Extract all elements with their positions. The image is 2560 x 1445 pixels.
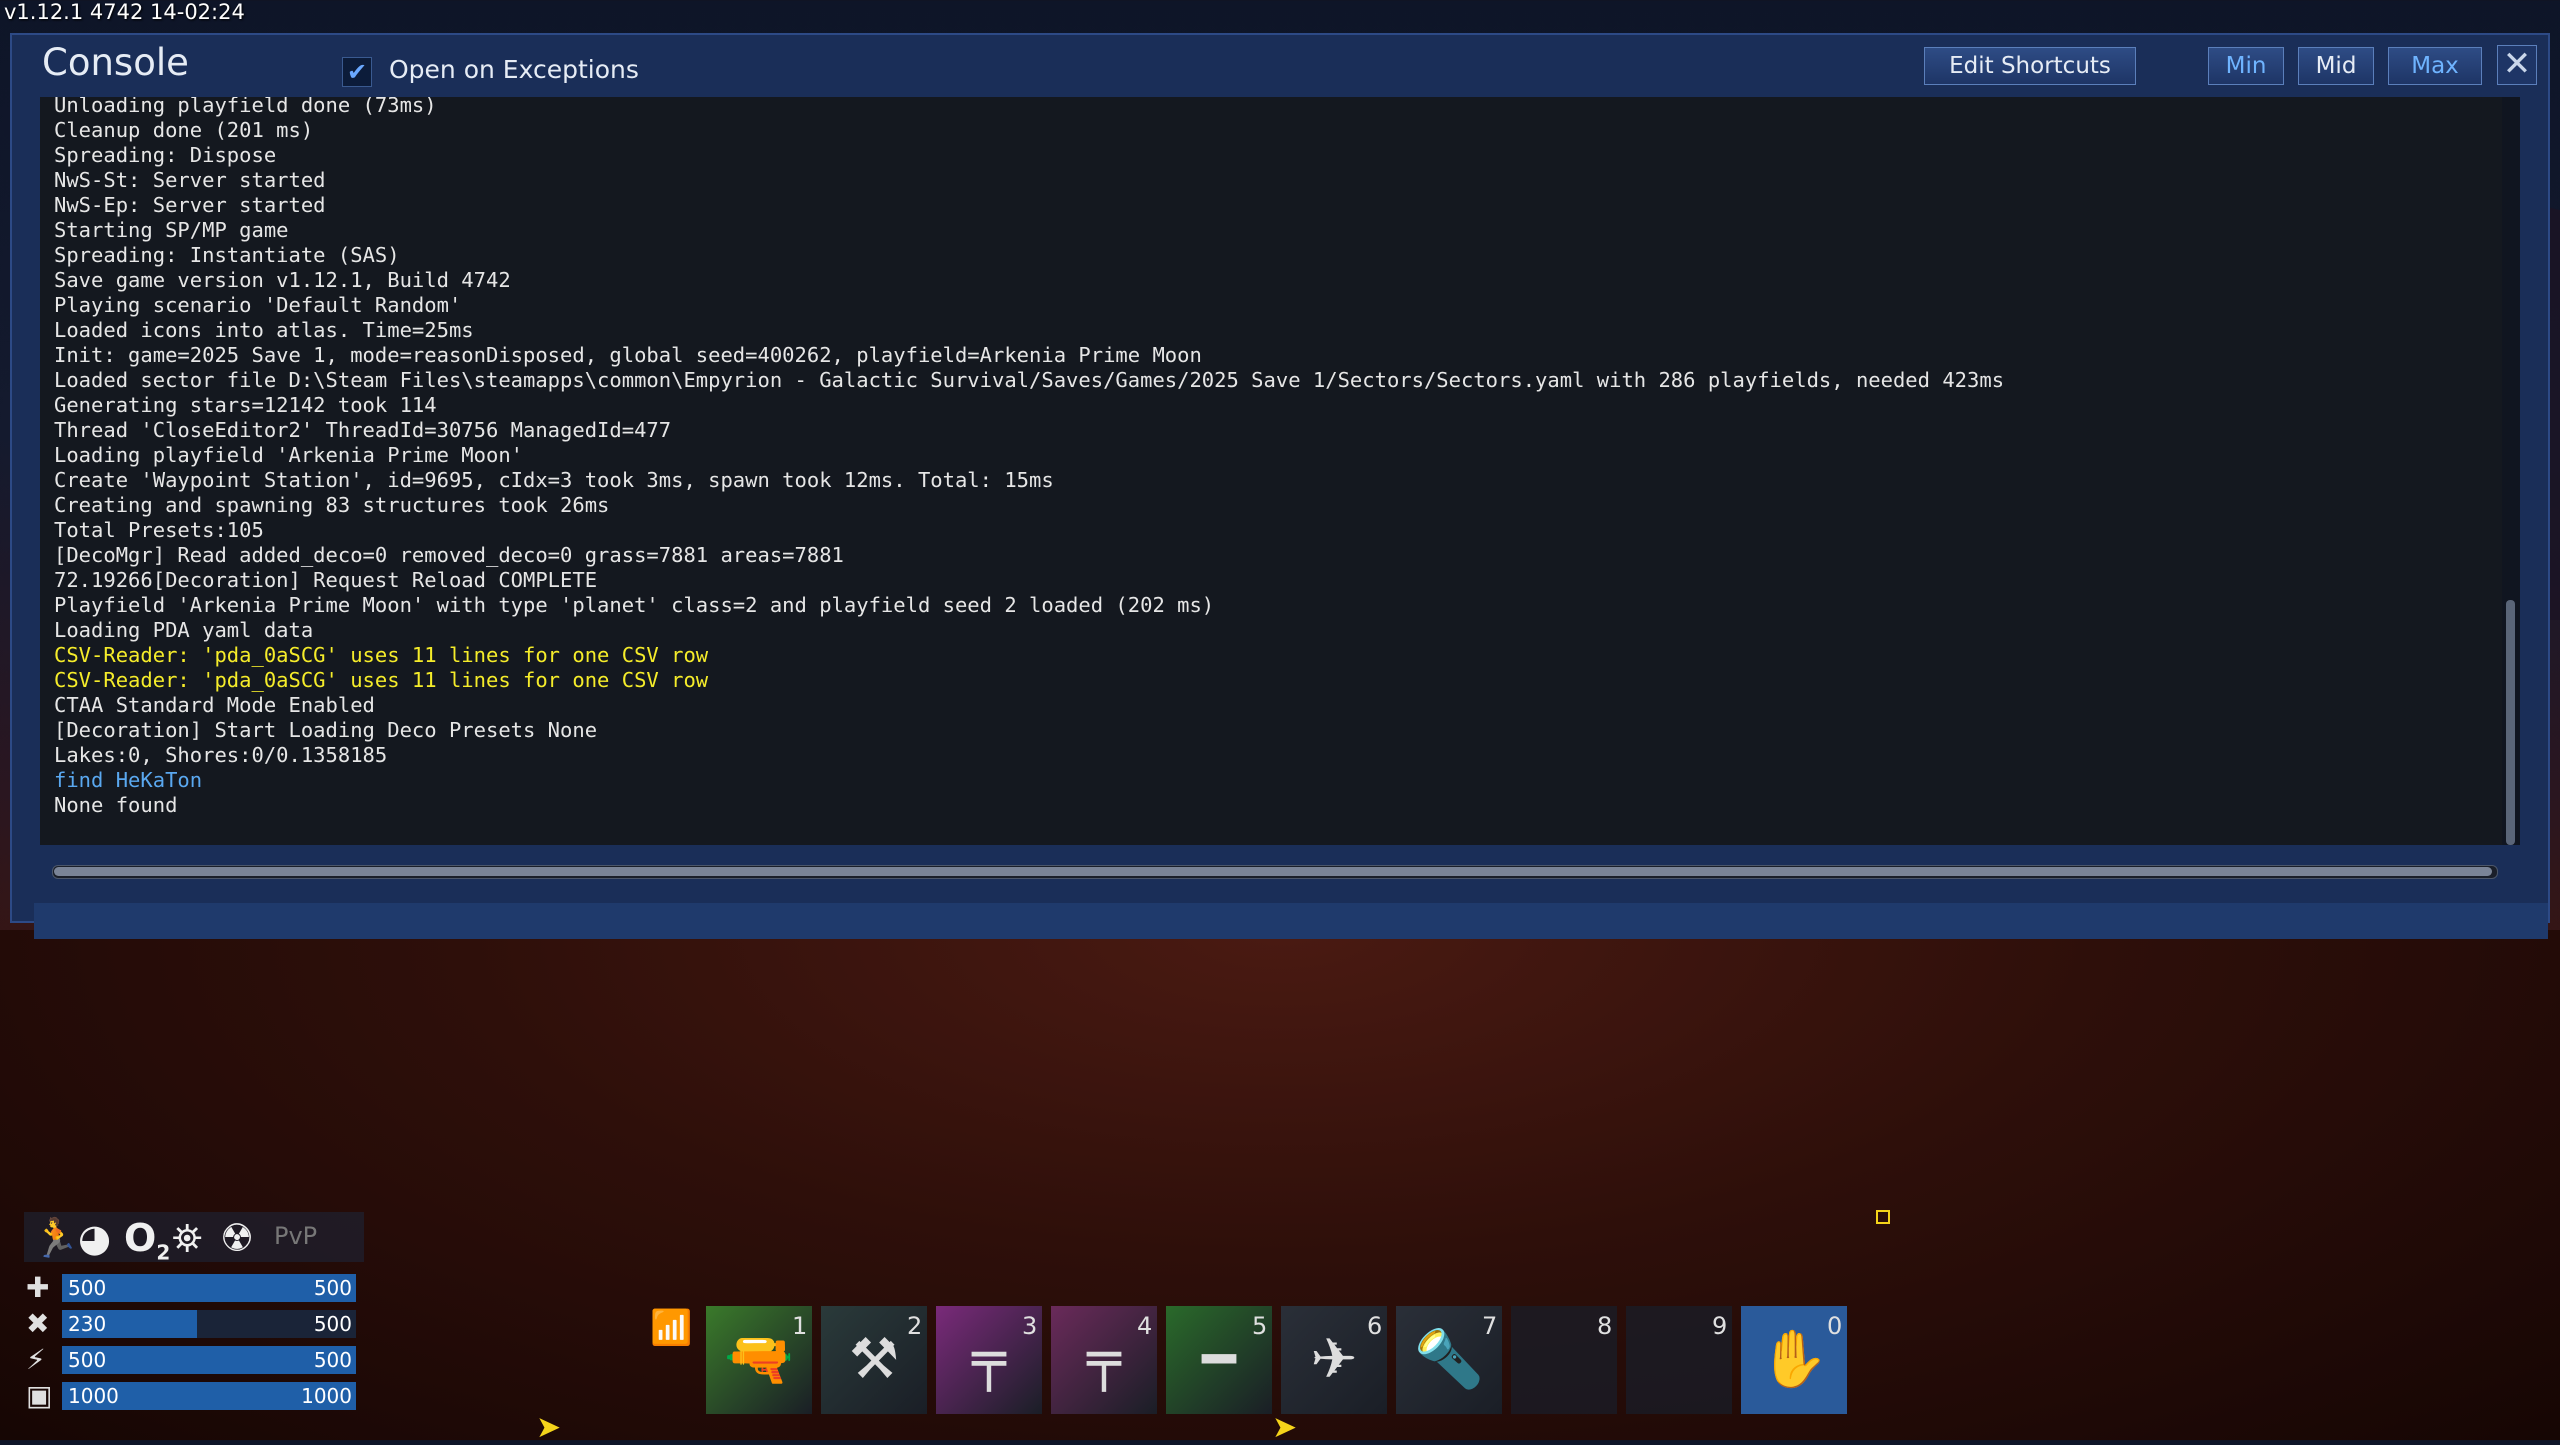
- oxygen-tank-icon: ▣: [26, 1379, 53, 1412]
- log-line: [Decoration] Start Loading Deco Presets …: [54, 718, 598, 742]
- hotbar-slot-number: 8: [1597, 1312, 1613, 1340]
- log-line: Loading playfield 'Arkenia Prime Moon': [54, 443, 523, 467]
- log-line: [DecoMgr] Read added_deco=0 removed_deco…: [54, 543, 844, 567]
- hotbar-slot-number: 1: [792, 1312, 808, 1340]
- hotbar-slot-number: 9: [1712, 1312, 1728, 1340]
- hotbar-slot-number: 2: [907, 1312, 923, 1340]
- log-line: Generating stars=12142 took 114: [54, 393, 437, 417]
- log-line: Spreading: Dispose: [54, 143, 277, 167]
- sniper-icon: ━: [1202, 1327, 1236, 1392]
- vital-current-value: 500: [68, 1276, 107, 1300]
- log-line: Cleanup done (201 ms): [54, 118, 314, 142]
- log-line: Loaded icons into atlas. Time=25ms: [54, 318, 474, 342]
- health-icon: ✚: [26, 1271, 50, 1304]
- food-icon: ◕: [78, 1216, 112, 1260]
- drill-icon: 🔫: [724, 1327, 794, 1392]
- log-line: Playing scenario 'Default Random': [54, 293, 462, 317]
- log-line: Loading PDA yaml data: [54, 618, 314, 642]
- hotbar-slot-number: 7: [1482, 1312, 1498, 1340]
- edit-shortcuts-button[interactable]: Edit Shortcuts: [1924, 47, 2136, 85]
- open-on-exceptions-checkbox[interactable]: ✔: [342, 57, 372, 87]
- console-log[interactable]: Unloading playfield done (73ms) Cleanup d…: [40, 97, 2520, 845]
- log-line: NwS-St: Server started: [54, 168, 326, 192]
- log-line: CTAA Standard Mode Enabled: [54, 693, 375, 717]
- log-line: Unloading playfield done (73ms): [54, 97, 437, 117]
- drone-icon: ✈: [1310, 1327, 1358, 1392]
- rifle-icon: ╤: [972, 1327, 1006, 1392]
- log-line: CSV-Reader: 'pda_0aSCG' uses 11 lines fo…: [54, 668, 709, 692]
- log-line: Creating and spawning 83 structures took…: [54, 493, 610, 517]
- log-line: 72.19266[Decoration] Request Reload COMP…: [54, 568, 598, 592]
- pvp-label: PvP: [274, 1222, 318, 1250]
- log-line: Create 'Waypoint Station', id=9695, cIdx…: [54, 468, 1054, 492]
- oxygen-label: O: [124, 1216, 157, 1260]
- vital-current-value: 500: [68, 1348, 107, 1372]
- vital-max-value: 1000: [301, 1384, 352, 1408]
- console-command-input[interactable]: [34, 903, 2548, 939]
- log-line: CSV-Reader: 'pda_0aSCG' uses 11 lines fo…: [54, 643, 709, 667]
- food-icon: ✖: [26, 1307, 50, 1340]
- target-marker: [1876, 1210, 1890, 1224]
- vital-current-value: 1000: [68, 1384, 119, 1408]
- log-line: find HeKaTon: [54, 768, 203, 792]
- vertical-scrollbar-thumb[interactable]: [2506, 600, 2515, 845]
- hand-icon: ✋: [1759, 1327, 1829, 1392]
- rifle-icon: ╤: [1087, 1327, 1121, 1392]
- log-line: Save game version v1.12.1, Build 4742: [54, 268, 511, 292]
- stamina-icon: ⚡: [26, 1343, 46, 1376]
- log-line: Starting SP/MP game: [54, 218, 289, 242]
- log-line: Spreading: Instantiate (SAS): [54, 243, 400, 267]
- terrain: [0, 930, 2560, 1440]
- console-log-lines: Unloading playfield done (73ms) Cleanup d…: [54, 97, 2004, 818]
- vital-max-value: 500: [313, 1348, 352, 1372]
- log-line: Init: game=2025 Save 1, mode=reasonDispo…: [54, 343, 1202, 367]
- hotbar-slot-number: 5: [1252, 1312, 1268, 1340]
- version-label: v1.12.1 4742 14-02:24: [4, 0, 245, 24]
- radiation-icon: ☢: [220, 1216, 255, 1260]
- log-line: Lakes:0, Shores:0/0.1358185: [54, 743, 388, 767]
- oxygen-subscript: 2: [156, 1240, 171, 1265]
- running-icon: 🏃: [32, 1216, 80, 1260]
- vital-max-value: 500: [313, 1312, 352, 1336]
- log-line: Playfield 'Arkenia Prime Moon' with type…: [54, 593, 1215, 617]
- log-line: NwS-Ep: Server started: [54, 193, 326, 217]
- vital-max-value: 500: [313, 1276, 352, 1300]
- max-button[interactable]: Max: [2388, 47, 2482, 85]
- log-line: Loaded sector file D:\Steam Files\steama…: [54, 368, 2005, 392]
- console-window: Console ✔ Open on Exceptions Edit Shortc…: [10, 33, 2550, 939]
- vital-current-value: 230: [68, 1312, 107, 1336]
- flashlight-icon: 🔦: [1414, 1327, 1484, 1392]
- hotbar-slot-number: 6: [1367, 1312, 1383, 1340]
- log-line: Thread 'CloseEditor2' ThreadId=30756 Man…: [54, 418, 672, 442]
- hotbar-slot-number: 0: [1827, 1312, 1843, 1340]
- console-title: Console: [42, 41, 189, 84]
- launcher-icon: ⚒: [848, 1327, 900, 1392]
- temperature-icon: ⛯: [172, 1216, 203, 1260]
- horizontal-scrollbar-thumb[interactable]: [54, 867, 2492, 876]
- open-on-exceptions-label: Open on Exceptions: [389, 55, 639, 84]
- log-line: Total Presets:105: [54, 518, 264, 542]
- wifi-icon: 📶: [650, 1308, 693, 1348]
- mid-button[interactable]: Mid: [2298, 47, 2374, 85]
- log-line: None found: [54, 793, 178, 817]
- hotbar-slot-number: 3: [1022, 1312, 1038, 1340]
- oxygen-icon: O2: [124, 1216, 170, 1265]
- close-icon[interactable]: ✕: [2497, 45, 2537, 85]
- hotbar-slot-number: 4: [1137, 1312, 1153, 1340]
- min-button[interactable]: Min: [2208, 47, 2284, 85]
